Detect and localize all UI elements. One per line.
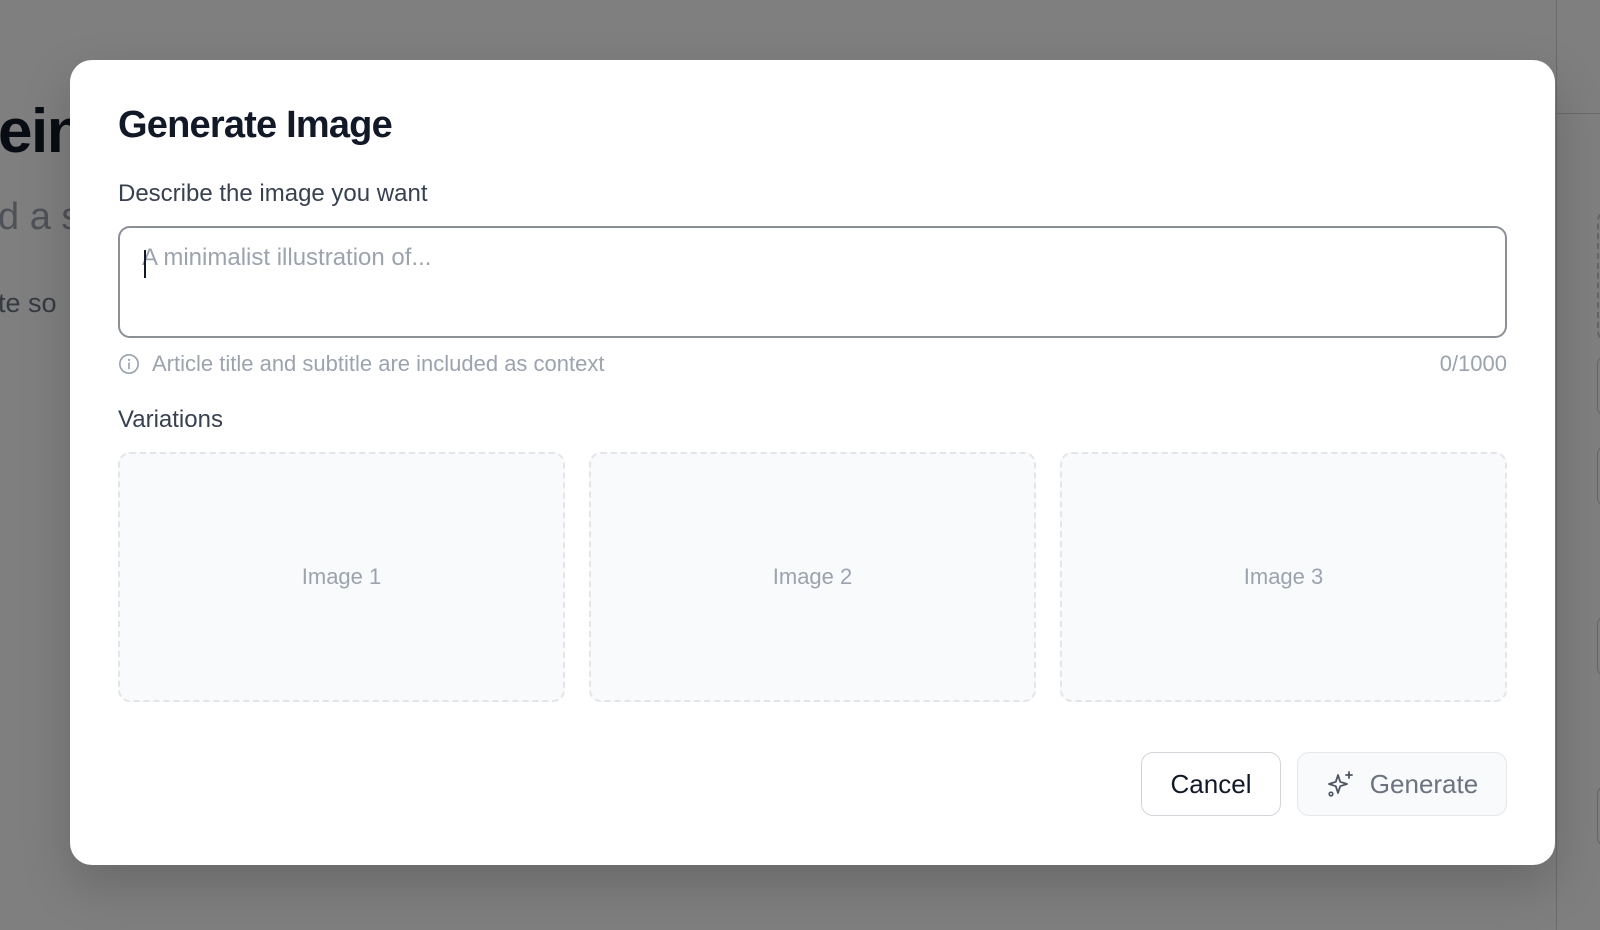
- sparkle-icon: [1327, 771, 1353, 797]
- variation-slot-3[interactable]: Image 3: [1060, 452, 1507, 702]
- dialog-footer: Cancel Generate: [1141, 752, 1507, 816]
- generate-button-label: Generate: [1369, 768, 1479, 799]
- cancel-button[interactable]: Cancel: [1141, 752, 1281, 816]
- prompt-input-container[interactable]: [118, 226, 1507, 338]
- variation-slot-1[interactable]: Image 1: [118, 452, 565, 702]
- info-icon: [119, 354, 139, 374]
- dialog-title: Generate Image: [118, 104, 393, 146]
- prompt-input[interactable]: [142, 244, 1483, 324]
- context-hint-text: Article title and subtitle are included …: [152, 351, 605, 376]
- text-caret: [144, 250, 146, 278]
- prompt-hint-row: Article title and subtitle are included …: [118, 350, 1507, 380]
- generate-image-dialog: Generate Image Describe the image you wa…: [70, 60, 1555, 865]
- variations-grid: Image 1 Image 2 Image 3: [118, 452, 1507, 702]
- variation-slot-label: Image 2: [772, 564, 853, 589]
- generate-button[interactable]: Generate: [1297, 752, 1507, 816]
- prompt-label: Describe the image you want: [118, 180, 428, 207]
- variation-slot-label: Image 1: [301, 564, 382, 589]
- variation-slot-label: Image 3: [1243, 564, 1324, 589]
- variation-slot-2[interactable]: Image 2: [589, 452, 1036, 702]
- character-counter: 0/1000: [1439, 351, 1507, 376]
- variations-label: Variations: [118, 406, 223, 433]
